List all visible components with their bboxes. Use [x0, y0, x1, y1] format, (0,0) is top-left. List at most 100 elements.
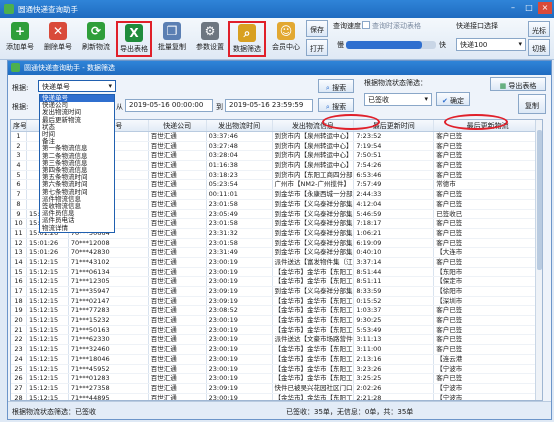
table-cell: 27 [11, 383, 27, 393]
scrollbar-thumb[interactable] [537, 130, 542, 270]
table-cell: 12 [11, 238, 27, 248]
table-cell: 【金华市】金华市【东阳工商一分… [274, 374, 355, 383]
filter-field-dropdown[interactable]: 快递单号 快递公司 发出物流时间 最后更新物流 状态 时间 备注 第一条物流信息 第二条物流信息… [39, 94, 115, 233]
table-row[interactable]: 28 15:12:15 71***44895 百世汇通 23:00:19 【金华市】金华市… [11, 393, 542, 400]
table-row[interactable]: 21 15:12:15 71***50163 百世汇通 23:00:19 【金华市】金华市… [11, 325, 542, 336]
table-row[interactable]: 14 15:12:15 71***43102 百世汇通 23:00:19 派件送达【富发物… [11, 257, 542, 268]
table-cell: 【连云港 [434, 354, 542, 364]
maximize-button[interactable]: □ [522, 2, 536, 14]
app-title-bar: 圆通快递查询助手 – □ × [0, 0, 554, 18]
table-cell: 13 [11, 248, 27, 257]
search-button[interactable]: ⌕ 搜索 [318, 79, 354, 93]
export-table-button[interactable]: X 导出表格 [116, 21, 152, 57]
filter-by-label-2: 根据: [12, 103, 29, 111]
gear-icon: ⚙ [201, 22, 219, 40]
table-cell: 百世汇通 [149, 209, 207, 219]
table-row[interactable]: 25 15:12:15 71***45952 百世汇通 23:00:19 【金华市】金华市… [11, 364, 542, 375]
status-count-text: 已签收：35单，无信息：0单，共：35单 [286, 408, 414, 416]
batch-copy-button[interactable]: ❐ 批量复制 [154, 21, 190, 57]
table-cell: 26 [11, 374, 27, 383]
filter-export-button[interactable]: ▦ 导出表格 [490, 77, 546, 91]
table-row[interactable]: 19 15:12:15 71***77283 百世汇通 23:08:52 【金华市】金华市… [11, 306, 542, 317]
confirm-button[interactable]: ✔ 确定 [436, 92, 470, 106]
filter-field-select[interactable]: 快递单号 ▾ [38, 80, 116, 92]
filter-window-title-bar: 圆通快递查询助手 - 数据筛选 [8, 61, 551, 75]
table-row[interactable]: 22 15:12:15 71***62330 百世汇通 23:00:19 派件送达【文豪市… [11, 335, 542, 346]
minimize-button[interactable]: – [506, 2, 520, 14]
column-header[interactable]: 序号 [11, 120, 27, 131]
table-cell: 百世汇通 [149, 219, 207, 228]
table-row[interactable]: 23 15:12:15 71***32460 百世汇通 23:00:19 【金华市】金华市… [11, 345, 542, 355]
express-interface-label: 快递接口选择 [456, 22, 498, 30]
table-cell: 客户已签 [434, 161, 542, 170]
table-cell: 15:12:15 [27, 267, 69, 277]
table-row[interactable]: 17 15:12:15 71***35947 百世汇通 23:09:19 到金华市【义乌泰… [11, 287, 542, 297]
table-row[interactable]: 24 15:12:15 71***18046 百世汇通 23:00:19 【金华市】金华市… [11, 354, 542, 365]
refresh-logistics-button[interactable]: ⟳ 刷新物流 [78, 21, 114, 57]
date-search-button[interactable]: ⌕ 搜索 [318, 98, 354, 112]
table-cell: 到金华市【义乌泰祥分部集… [274, 199, 355, 209]
table-cell: 到货市内【泉州转运中心】 [274, 132, 355, 141]
cursor-button[interactable]: 光标 [528, 21, 550, 37]
highlight-oval-last-update [444, 114, 508, 130]
speed-slider[interactable] [346, 41, 436, 49]
table-cell: 1:03:37 [354, 306, 435, 316]
table-cell: 广州市【NM2-广州揽件】 [273, 180, 355, 190]
filter-window-icon [11, 63, 20, 72]
date-to-input[interactable]: 2019-05-16 23:59:59 [225, 99, 313, 112]
plus-icon: + [11, 22, 29, 40]
table-row[interactable]: 20 15:12:15 71***15232 百世汇通 23:00:19 【金华市】金华市… [11, 316, 542, 326]
table-cell: 70***42830 [69, 248, 149, 257]
open-button[interactable]: 打开 [306, 39, 328, 56]
table-cell: 7:50:51 [354, 151, 435, 161]
column-header[interactable]: 发出物流时间 [207, 120, 273, 131]
vertical-scrollbar[interactable] [535, 120, 542, 400]
table-cell: 2:02:26 [354, 383, 435, 393]
table-row[interactable]: 16 15:12:15 71***12305 百世汇通 23:00:19 【金华市】金华市… [11, 277, 542, 287]
member-center-button[interactable]: ☺ 会员中心 [268, 21, 304, 57]
table-cell: 4 [11, 161, 27, 170]
table-cell: 15:12:15 [27, 345, 69, 354]
express-interface-select[interactable]: 快递100 ▾ [456, 38, 526, 51]
settings-button[interactable]: ⚙ 参数设置 [192, 21, 228, 57]
table-cell: 23:00:19 [207, 364, 273, 374]
table-cell: 25 [11, 364, 27, 374]
table-cell: 3:23:26 [354, 364, 435, 374]
table-row[interactable]: 12 15:01:26 70***12008 百世汇通 23:01:58 到金华市【义乌泰… [11, 238, 542, 249]
table-cell: 15:12:15 [27, 296, 69, 306]
switch-button[interactable]: 切换 [528, 39, 550, 56]
main-toolbar: + 添加单号 ✕ 删除单号 ⟳ 刷新物流 X 导出表格 ❐ 批量复制 ⚙ 参数设… [0, 18, 554, 60]
table-cell: 百世汇通 [149, 374, 207, 383]
table-cell: 客户已签 [434, 132, 542, 141]
table-cell: 71***01283 [69, 374, 149, 383]
table-row[interactable]: 27 15:12:15 71***27358 百世汇通 23:09:19 快件已被吴兴花园… [11, 383, 542, 394]
table-cell: 71***15232 [69, 316, 149, 325]
table-row[interactable]: 26 15:12:15 71***01283 百世汇通 23:00:19 【金华市】金华市… [11, 374, 542, 384]
table-cell: 3 [11, 151, 27, 161]
status-left-text: 根据物流状态筛选：已签收 [12, 408, 96, 416]
table-cell: 百世汇通 [149, 161, 207, 170]
filter-copy-button[interactable]: 复制 [518, 94, 546, 114]
data-filter-button[interactable]: ⌕ 数据筛选 [228, 21, 266, 57]
column-header[interactable]: 快递公司 [149, 120, 207, 131]
table-cell: 21 [11, 325, 27, 335]
table-cell: 00:11:01 [207, 190, 273, 199]
table-row[interactable]: 18 15:12:15 71***02147 百世汇通 23:09:19 【金华市】金华市… [11, 296, 542, 307]
date-from-input[interactable]: 2019-05-16 00:00:00 [125, 99, 213, 112]
date-to-prefix: 到 [216, 103, 223, 111]
close-button[interactable]: × [538, 2, 552, 14]
table-cell: 派件送达【文豪市场路营件物… [274, 335, 355, 345]
table-row[interactable]: 15 15:12:15 71***06134 百世汇通 23:00:19 【金华市】金华市… [11, 267, 542, 278]
table-cell: 22 [11, 335, 27, 345]
table-cell: 百世汇通 [149, 199, 207, 209]
table-cell: 24 [11, 354, 27, 364]
table-cell: 71***62330 [69, 335, 149, 345]
auto-scroll-checkbox[interactable] [362, 21, 370, 29]
table-row[interactable]: 13 15:01:26 70***42830 百世汇通 23:31:49 到金华市【义乌泰… [11, 248, 542, 258]
save-button[interactable]: 保存 [306, 20, 328, 37]
add-order-button[interactable]: + 添加单号 [2, 21, 38, 57]
status-select[interactable]: 已签收 ▾ [364, 93, 432, 106]
delete-order-button[interactable]: ✕ 删除单号 [40, 21, 76, 57]
dropdown-option[interactable]: 物流详情 [40, 224, 114, 232]
user-icon: ☺ [277, 22, 295, 40]
